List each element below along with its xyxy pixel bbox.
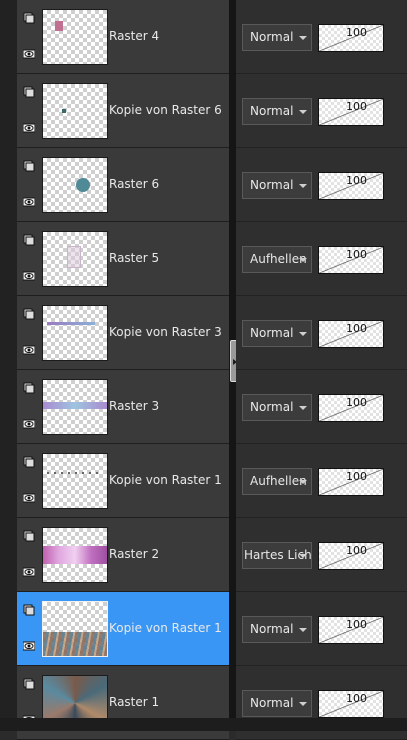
layer-group-icon[interactable]	[23, 530, 35, 542]
blend-mode-select[interactable]: Hartes Licht	[242, 542, 312, 569]
blend-mode-select[interactable]: Normal	[242, 24, 312, 51]
layer-props-row: Normal 100	[236, 74, 407, 148]
layer-name[interactable]: Kopie von Raster 3	[109, 325, 222, 339]
blend-mode-select[interactable]: Normal	[242, 98, 312, 125]
layer-props-row: Normal 100	[236, 296, 407, 370]
opacity-field[interactable]: 100	[318, 246, 384, 274]
blend-mode-select[interactable]: Normal	[242, 172, 312, 199]
layer-group-icon[interactable]	[23, 234, 35, 246]
opacity-field[interactable]: 100	[318, 98, 384, 126]
bottom-toolbar	[0, 718, 407, 731]
layer-row[interactable]: Raster 4	[17, 0, 229, 74]
visibility-eye-icon[interactable]	[23, 640, 35, 652]
chevron-down-icon	[299, 480, 307, 484]
layer-row[interactable]: Kopie von Raster 6	[17, 74, 229, 148]
layer-thumbnail	[42, 9, 108, 65]
opacity-field[interactable]: 100	[318, 468, 384, 496]
left-gutter	[0, 0, 17, 731]
layer-list: Raster 4 Kopie von Raster 6 Raster 6 Ras…	[17, 0, 229, 740]
layer-thumbnail	[42, 601, 108, 657]
chevron-down-icon	[299, 406, 307, 410]
layer-group-icon[interactable]	[23, 308, 35, 320]
blend-mode-select[interactable]: Aufhellen	[242, 246, 312, 273]
opacity-field[interactable]: 100	[318, 690, 384, 718]
layer-name[interactable]: Kopie von Raster 1	[109, 621, 222, 635]
layer-name[interactable]: Raster 5	[109, 251, 159, 265]
layer-group-icon[interactable]	[23, 382, 35, 394]
layer-row-selected[interactable]: Kopie von Raster 1	[17, 592, 229, 666]
blend-mode-select[interactable]: Normal	[242, 320, 312, 347]
layer-properties: Normal 100 Normal 100 Normal 100 Aufhell…	[236, 0, 407, 740]
layer-group-icon[interactable]	[23, 12, 35, 24]
blend-mode-select[interactable]: Normal	[242, 690, 312, 717]
chevron-down-icon	[299, 36, 307, 40]
layer-thumbnail	[42, 305, 108, 361]
layer-row[interactable]: Kopie von Raster 3	[17, 296, 229, 370]
layer-name[interactable]: Raster 4	[109, 29, 159, 43]
layer-name[interactable]: Kopie von Raster 6	[109, 103, 222, 117]
layer-name[interactable]: Raster 1	[109, 695, 159, 709]
visibility-eye-icon[interactable]	[23, 48, 35, 60]
layer-name[interactable]: Raster 6	[109, 177, 159, 191]
chevron-down-icon	[299, 628, 307, 632]
chevron-down-icon	[299, 184, 307, 188]
layer-thumbnail	[42, 157, 108, 213]
layer-props-row: Aufhellen 100	[236, 222, 407, 296]
visibility-eye-icon[interactable]	[23, 344, 35, 356]
chevron-down-icon	[299, 332, 307, 336]
layer-group-icon[interactable]	[23, 456, 35, 468]
opacity-field[interactable]: 100	[318, 616, 384, 644]
opacity-field[interactable]: 100	[318, 394, 384, 422]
chevron-down-icon	[299, 702, 307, 706]
layer-name[interactable]: Raster 2	[109, 547, 159, 561]
layer-group-icon[interactable]	[23, 604, 35, 616]
layer-row[interactable]: Raster 6	[17, 148, 229, 222]
visibility-eye-icon[interactable]	[23, 122, 35, 134]
chevron-down-icon	[299, 258, 307, 262]
layer-thumbnail	[42, 379, 108, 435]
chevron-down-icon	[299, 554, 307, 558]
opacity-field[interactable]: 100	[318, 24, 384, 52]
layer-props-row: Normal 100	[236, 148, 407, 222]
visibility-eye-icon[interactable]	[23, 418, 35, 430]
layer-props-row: Normal 100	[236, 0, 407, 74]
layer-props-row: Aufhellen 100	[236, 444, 407, 518]
layer-group-icon[interactable]	[23, 160, 35, 172]
opacity-field[interactable]: 100	[318, 542, 384, 570]
blend-mode-select[interactable]: Aufhellen	[242, 468, 312, 495]
layer-props-row: Normal 100	[236, 592, 407, 666]
opacity-field[interactable]: 100	[318, 320, 384, 348]
blend-mode-select[interactable]: Normal	[242, 616, 312, 643]
opacity-field[interactable]: 100	[318, 172, 384, 200]
layer-thumbnail	[42, 527, 108, 583]
layer-row[interactable]: Raster 2	[17, 518, 229, 592]
layer-name[interactable]: Raster 3	[109, 399, 159, 413]
layer-group-icon[interactable]	[23, 678, 35, 690]
layer-thumbnail	[42, 453, 108, 509]
layer-thumbnail	[42, 231, 108, 287]
layer-row[interactable]: Raster 3	[17, 370, 229, 444]
layer-props-row: Normal 100	[236, 370, 407, 444]
visibility-eye-icon[interactable]	[23, 196, 35, 208]
layer-name[interactable]: Kopie von Raster 1	[109, 473, 222, 487]
layer-group-icon[interactable]	[23, 86, 35, 98]
visibility-eye-icon[interactable]	[23, 566, 35, 578]
visibility-eye-icon[interactable]	[23, 492, 35, 504]
layer-row[interactable]: Raster 5	[17, 222, 229, 296]
layer-thumbnail	[42, 83, 108, 139]
visibility-eye-icon[interactable]	[23, 270, 35, 282]
chevron-down-icon	[299, 110, 307, 114]
layer-row[interactable]: Kopie von Raster 1	[17, 444, 229, 518]
layer-props-row: Hartes Licht 100	[236, 518, 407, 592]
blend-mode-select[interactable]: Normal	[242, 394, 312, 421]
